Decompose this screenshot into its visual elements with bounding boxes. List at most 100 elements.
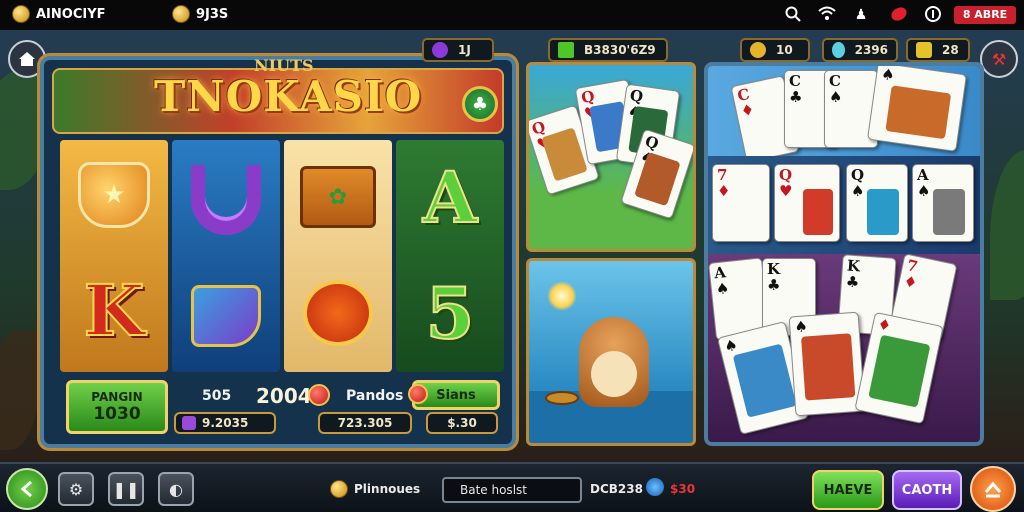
settings-button[interactable]: ⚒ bbox=[980, 40, 1018, 78]
status-bar: AINOCIYF 9J3S ♟ 8 ABRE bbox=[0, 0, 1024, 30]
search-icon[interactable] bbox=[784, 6, 802, 24]
chevron-up-icon bbox=[984, 481, 1002, 498]
stats-button-label: Sians bbox=[436, 387, 476, 403]
line-bet-field: $.30 bbox=[426, 412, 498, 434]
purple-gem-icon bbox=[432, 42, 448, 58]
token-counter[interactable]: 28 bbox=[906, 38, 970, 62]
have-button-label: HAEVE bbox=[823, 482, 873, 498]
playing-card[interactable]: Q ♠ bbox=[846, 164, 908, 242]
card-art bbox=[867, 189, 899, 235]
paylines-label: Pandos bbox=[346, 388, 404, 404]
red-gem-icon[interactable] bbox=[308, 384, 330, 406]
blue-gem-icon bbox=[646, 478, 664, 496]
playing-card[interactable]: 7 ♦ bbox=[712, 164, 770, 242]
slot-controls: PANGIN 1030 505 2004 Pandos Sians 9.2035… bbox=[60, 378, 504, 442]
scroll-up-button[interactable] bbox=[970, 466, 1016, 512]
reel: ★ K bbox=[60, 140, 168, 372]
gold-counter[interactable]: 10 bbox=[740, 38, 810, 62]
coin-balance[interactable]: 9J3S bbox=[172, 5, 228, 23]
win-field: 723.305 bbox=[318, 412, 412, 434]
level-value: 1J bbox=[458, 43, 471, 57]
cash-out-button-label: CAOTH bbox=[901, 482, 953, 498]
coin-balance-value: 9J3S bbox=[196, 6, 229, 22]
gold-value: 10 bbox=[776, 43, 793, 57]
slot-machine: NIUTS TNOKASIO ♣ ★ K ✿ A 5 PANGIN 1030 5… bbox=[40, 56, 516, 448]
wifi-icon bbox=[818, 6, 836, 24]
bet-label: 505 bbox=[202, 388, 232, 404]
reels: ★ K ✿ A 5 bbox=[60, 140, 504, 372]
battery-indicator: 8 ABRE bbox=[954, 6, 1016, 24]
token-icon bbox=[916, 42, 932, 58]
card-rank: K bbox=[846, 256, 861, 276]
win-amount-label: $30 bbox=[670, 482, 696, 496]
token-value: 28 bbox=[942, 43, 959, 57]
card-rank: A bbox=[917, 166, 929, 184]
card-row-3: A ♠ K ♣ K ♣ 7 ♦ ♠ ♠ ♦ bbox=[708, 253, 980, 442]
leaf-decoration bbox=[990, 150, 1024, 300]
paylines-footer-label: Plinnoues bbox=[354, 482, 421, 496]
reel-symbol: A bbox=[422, 156, 478, 239]
reel-symbol: K bbox=[83, 268, 146, 352]
wrench-icon: ⚒ bbox=[991, 49, 1007, 69]
line-bet-value: $.30 bbox=[447, 416, 477, 430]
log-decoration bbox=[0, 330, 40, 450]
settings-gear-button[interactable]: ⚙ bbox=[58, 472, 94, 506]
round-id-label: DCB238 bbox=[590, 482, 643, 496]
feather-icon bbox=[832, 42, 845, 58]
card-row-1: C ♦ C ♣ C ♠ ♠ bbox=[708, 66, 980, 163]
horseshoe-symbol-icon bbox=[191, 165, 261, 235]
playing-card[interactable]: A ♠ bbox=[912, 164, 974, 242]
gear-icon: ⚙ bbox=[68, 479, 84, 499]
feather-counter[interactable]: 2396 bbox=[822, 38, 898, 62]
card-scene-panel[interactable]: Q♥ Q♥ Q♠ Q♠ bbox=[526, 62, 696, 252]
bet-history-field[interactable]: Bate hoslst bbox=[442, 477, 582, 503]
cash-icon bbox=[558, 42, 574, 58]
clover-icon: ♣ bbox=[471, 93, 489, 115]
coin-icon bbox=[330, 480, 348, 498]
card-table-panel: C ♦ C ♣ C ♠ ♠ 7 ♦ Q ♥ Q ♠ A ♠ A ♠ K ♣ K ♣ 7 ♦ ♠ ♠ ♦ bbox=[704, 62, 984, 446]
level-counter[interactable]: 1J bbox=[422, 38, 494, 62]
notification-icon[interactable]: ♟ bbox=[852, 6, 870, 24]
card-art bbox=[801, 333, 856, 401]
coin-icon bbox=[172, 5, 190, 23]
bet-history-text: Bate hoslst bbox=[460, 483, 527, 497]
playing-card[interactable]: ♠ bbox=[867, 66, 967, 152]
purple-gem-icon bbox=[182, 416, 196, 430]
bet-amount: 2004 bbox=[256, 384, 312, 408]
jackpot-counter: B3830'6Z9 bbox=[548, 38, 668, 62]
card-art bbox=[732, 343, 797, 418]
bow-symbol-icon bbox=[303, 280, 373, 346]
card-art bbox=[868, 334, 931, 408]
sound-button[interactable]: ◐ bbox=[158, 472, 194, 506]
card-art bbox=[634, 151, 681, 207]
creature-card-art bbox=[885, 85, 952, 140]
cash-out-button[interactable]: CAOTH bbox=[892, 470, 962, 510]
back-button[interactable] bbox=[6, 468, 48, 510]
bottom-toolbar: ⚙ ❚❚ ◐ Plinnoues Bate hoslst DCB238 $30 … bbox=[0, 462, 1024, 512]
card-rank: C bbox=[829, 72, 841, 90]
have-button[interactable]: HAEVE bbox=[812, 470, 884, 510]
pause-button[interactable]: ❚❚ bbox=[108, 472, 144, 506]
coin-icon bbox=[12, 5, 30, 23]
creature-scene-panel[interactable] bbox=[526, 258, 696, 446]
reel: A 5 bbox=[396, 140, 504, 372]
info-icon[interactable] bbox=[924, 6, 942, 24]
gem-icon[interactable] bbox=[890, 6, 908, 24]
back-arrow-icon bbox=[20, 480, 32, 498]
spin-label: PANGIN bbox=[91, 390, 143, 404]
card-rank: 7 bbox=[905, 256, 920, 277]
playing-card[interactable]: Q ♥ bbox=[774, 164, 840, 242]
boot-symbol-icon bbox=[191, 285, 261, 347]
bonus-gem-button[interactable]: ♣ bbox=[462, 86, 498, 122]
game-logo: TNOKASIO bbox=[154, 72, 423, 121]
spin-button[interactable]: PANGIN 1030 bbox=[66, 380, 168, 434]
card-rank: C bbox=[789, 72, 801, 90]
card-rank: Q bbox=[779, 166, 793, 184]
ruby-icon bbox=[408, 384, 428, 404]
card-rank: A bbox=[713, 263, 727, 283]
app-brand: AINOCIYF bbox=[12, 5, 106, 23]
playing-card[interactable]: ♠ bbox=[788, 311, 866, 417]
feather-value: 2396 bbox=[854, 43, 888, 57]
jackpot-value: B3830'6Z9 bbox=[584, 43, 656, 57]
card-row-2: 7 ♦ Q ♥ Q ♠ A ♠ bbox=[708, 156, 980, 254]
